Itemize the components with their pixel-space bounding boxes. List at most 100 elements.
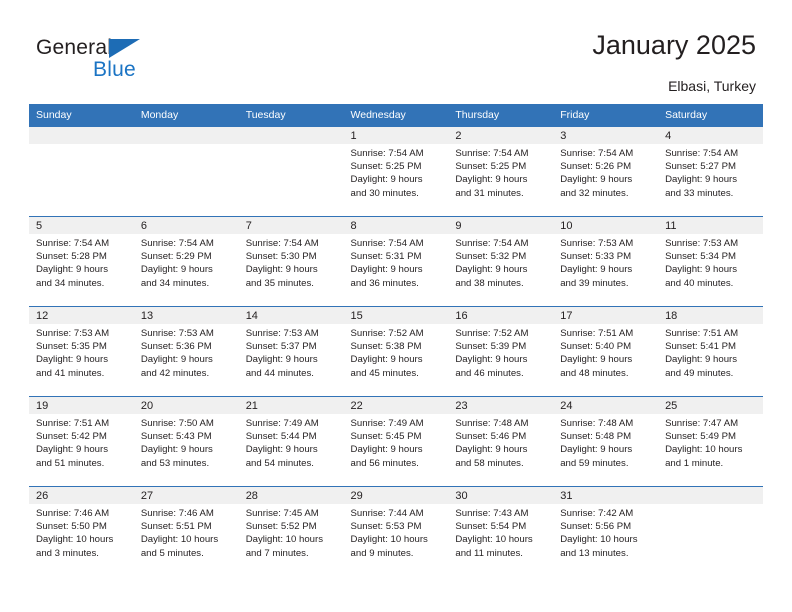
calendar-day-cell[interactable]: 3 Sunrise: 7:54 AM Sunset: 5:26 PM Daylight… — [553, 126, 659, 216]
calendar-day-cell[interactable]: 14 Sunrise: 7:53 AM Sunset: 5:37 PM Dayligh… — [238, 306, 344, 396]
day-detail-line: and 3 minutes. — [36, 547, 99, 559]
calendar-day-cell[interactable]: 7 Sunrise: 7:54 AM Sunset: 5:30 PM Daylight… — [238, 216, 344, 306]
day-details: Sunrise: 7:54 AM Sunset: 5:26 PM Daylight:… — [553, 144, 658, 200]
day-detail-line: Sunrise: 7:54 AM — [140, 238, 214, 249]
general-blue-logo[interactable]: General Blue — [36, 36, 176, 84]
day-detail-line: Daylight: 9 hours — [140, 444, 213, 456]
day-detail-line: and 13 minutes. — [560, 547, 629, 559]
day-detail-line: Daylight: 9 hours — [665, 354, 738, 366]
calendar-cell-inner: 6 Sunrise: 7:54 AM Sunset: 5:29 PM Daylight… — [133, 216, 239, 306]
calendar-cell-empty — [238, 126, 344, 216]
day-details: Sunrise: 7:51 AM Sunset: 5:40 PM Daylight:… — [553, 324, 658, 380]
calendar-day-cell[interactable]: 26 Sunrise: 7:46 AM Sunset: 5:50 PM Dayligh… — [29, 486, 134, 576]
calendar-day-cell[interactable]: 19 Sunrise: 7:51 AM Sunset: 5:42 PM Dayligh… — [29, 396, 134, 486]
day-detail-line: Sunset: 5:25 PM — [455, 161, 527, 173]
calendar-day-cell[interactable]: 29 Sunrise: 7:44 AM Sunset: 5:53 PM Dayligh… — [343, 486, 449, 576]
day-number: 14 — [238, 307, 344, 324]
day-detail-line: and 41 minutes. — [36, 367, 105, 379]
calendar-day-cell[interactable]: 30 Sunrise: 7:43 AM Sunset: 5:54 PM Dayligh… — [448, 486, 554, 576]
day-detail-line: and 34 minutes. — [140, 277, 210, 289]
calendar-day-cell[interactable]: 16 Sunrise: 7:52 AM Sunset: 5:39 PM Dayligh… — [448, 306, 554, 396]
day-detail-line: and 1 minute. — [665, 457, 724, 469]
day-details: Sunrise: 7:54 AM Sunset: 5:31 PM Daylight:… — [344, 234, 449, 290]
calendar-day-cell[interactable]: 5 Sunrise: 7:54 AM Sunset: 5:28 PM Daylight… — [29, 216, 134, 306]
calendar-cell-inner: 20 Sunrise: 7:50 AM Sunset: 5:43 PM Dayligh… — [133, 396, 239, 486]
calendar-cell-inner: 17 Sunrise: 7:51 AM Sunset: 5:40 PM Dayligh… — [553, 306, 659, 396]
calendar-cell-inner: 22 Sunrise: 7:49 AM Sunset: 5:45 PM Dayligh… — [343, 396, 449, 486]
calendar-day-cell[interactable]: 25 Sunrise: 7:47 AM Sunset: 5:49 PM Dayligh… — [658, 396, 763, 486]
day-detail-line: Sunset: 5:41 PM — [665, 341, 736, 353]
calendar-day-cell[interactable]: 31 Sunrise: 7:42 AM Sunset: 5:56 PM Dayligh… — [553, 486, 659, 576]
day-detail-line: Sunset: 5:53 PM — [350, 521, 422, 533]
calendar-day-cell[interactable]: 28 Sunrise: 7:45 AM Sunset: 5:52 PM Dayligh… — [238, 486, 344, 576]
day-details: Sunrise: 7:54 AM Sunset: 5:29 PM Daylight:… — [134, 234, 239, 290]
calendar-cell-inner: 8 Sunrise: 7:54 AM Sunset: 5:31 PM Daylight… — [343, 216, 449, 306]
day-number: 17 — [553, 307, 659, 324]
day-detail-line: Daylight: 9 hours — [350, 174, 423, 186]
calendar-day-cell[interactable]: 4 Sunrise: 7:54 AM Sunset: 5:27 PM Daylight… — [658, 126, 763, 216]
calendar-day-cell[interactable]: 20 Sunrise: 7:50 AM Sunset: 5:43 PM Dayligh… — [133, 396, 239, 486]
day-details: Sunrise: 7:53 AM Sunset: 5:36 PM Daylight:… — [134, 324, 239, 380]
calendar-day-cell[interactable]: 11 Sunrise: 7:53 AM Sunset: 5:34 PM Dayligh… — [658, 216, 763, 306]
weekday-header-monday: Monday — [133, 104, 239, 126]
day-detail-line: and 46 minutes. — [455, 367, 524, 379]
calendar-day-cell[interactable]: 21 Sunrise: 7:49 AM Sunset: 5:44 PM Dayligh… — [238, 396, 344, 486]
calendar-cell-inner: 9 Sunrise: 7:54 AM Sunset: 5:32 PM Daylight… — [448, 216, 554, 306]
day-detail-line: Sunset: 5:39 PM — [455, 341, 527, 353]
day-number — [29, 127, 134, 144]
day-detail-line: Daylight: 10 hours — [560, 534, 638, 546]
calendar-day-cell[interactable]: 22 Sunrise: 7:49 AM Sunset: 5:45 PM Dayligh… — [343, 396, 449, 486]
day-detail-line: Sunset: 5:49 PM — [665, 431, 736, 443]
day-detail-line: Sunset: 5:28 PM — [36, 251, 107, 263]
weekday-header-sunday: Sunday — [29, 104, 134, 126]
day-detail-line: Daylight: 9 hours — [455, 264, 528, 276]
day-detail-line: and 49 minutes. — [665, 367, 734, 379]
page-header: General Blue January 2025 Elbasi, Turkey — [0, 0, 792, 98]
day-details: Sunrise: 7:52 AM Sunset: 5:38 PM Daylight:… — [344, 324, 449, 380]
day-detail-line: Sunset: 5:34 PM — [665, 251, 736, 263]
calendar-cell-inner — [658, 486, 763, 576]
day-details: Sunrise: 7:47 AM Sunset: 5:49 PM Daylight:… — [658, 414, 763, 470]
calendar-day-cell[interactable]: 17 Sunrise: 7:51 AM Sunset: 5:40 PM Dayligh… — [553, 306, 659, 396]
day-detail-line: Daylight: 10 hours — [665, 444, 743, 456]
day-details: Sunrise: 7:54 AM Sunset: 5:32 PM Daylight:… — [448, 234, 553, 290]
day-detail-line: Sunrise: 7:42 AM — [560, 508, 634, 519]
day-detail-line: and 51 minutes. — [36, 457, 105, 469]
day-details: Sunrise: 7:51 AM Sunset: 5:41 PM Daylight:… — [658, 324, 763, 380]
calendar-day-cell[interactable]: 9 Sunrise: 7:54 AM Sunset: 5:32 PM Daylight… — [448, 216, 554, 306]
calendar-day-cell[interactable]: 10 Sunrise: 7:53 AM Sunset: 5:33 PM Dayligh… — [553, 216, 659, 306]
day-detail-line: Daylight: 9 hours — [350, 264, 423, 276]
calendar-cell-inner: 26 Sunrise: 7:46 AM Sunset: 5:50 PM Dayligh… — [29, 486, 134, 576]
day-number — [658, 487, 763, 504]
calendar-day-cell[interactable]: 12 Sunrise: 7:53 AM Sunset: 5:35 PM Dayligh… — [29, 306, 134, 396]
calendar-day-cell[interactable]: 18 Sunrise: 7:51 AM Sunset: 5:41 PM Dayligh… — [658, 306, 763, 396]
day-number: 13 — [133, 307, 239, 324]
day-detail-line: Sunrise: 7:50 AM — [140, 418, 214, 429]
day-detail-line: Daylight: 9 hours — [665, 174, 738, 186]
day-number: 31 — [553, 487, 659, 504]
calendar-day-cell[interactable]: 8 Sunrise: 7:54 AM Sunset: 5:31 PM Daylight… — [343, 216, 449, 306]
calendar-day-cell[interactable]: 27 Sunrise: 7:46 AM Sunset: 5:51 PM Dayligh… — [133, 486, 239, 576]
calendar-cell-inner — [133, 126, 239, 216]
calendar-day-cell[interactable]: 1 Sunrise: 7:54 AM Sunset: 5:25 PM Daylight… — [343, 126, 449, 216]
day-detail-line: Sunset: 5:31 PM — [350, 251, 422, 263]
calendar-day-cell[interactable]: 24 Sunrise: 7:48 AM Sunset: 5:48 PM Dayligh… — [553, 396, 659, 486]
day-detail-line: Sunrise: 7:43 AM — [455, 508, 529, 519]
day-detail-line: and 59 minutes. — [560, 457, 629, 469]
day-detail-line: and 58 minutes. — [455, 457, 524, 469]
day-number: 24 — [553, 397, 659, 414]
calendar-cell-inner: 23 Sunrise: 7:48 AM Sunset: 5:46 PM Dayligh… — [448, 396, 554, 486]
calendar-week-row: 1 Sunrise: 7:54 AM Sunset: 5:25 PM Daylight… — [29, 126, 763, 216]
calendar-cell-inner: 28 Sunrise: 7:45 AM Sunset: 5:52 PM Dayligh… — [238, 486, 344, 576]
calendar-day-cell[interactable]: 13 Sunrise: 7:53 AM Sunset: 5:36 PM Dayligh… — [133, 306, 239, 396]
calendar-day-cell[interactable]: 6 Sunrise: 7:54 AM Sunset: 5:29 PM Daylight… — [133, 216, 239, 306]
day-details: Sunrise: 7:48 AM Sunset: 5:46 PM Daylight:… — [448, 414, 553, 470]
triangle-icon — [109, 39, 140, 58]
calendar-cell-inner: 19 Sunrise: 7:51 AM Sunset: 5:42 PM Dayligh… — [29, 396, 134, 486]
calendar-week-row: 12 Sunrise: 7:53 AM Sunset: 5:35 PM Dayligh… — [29, 306, 763, 396]
calendar-day-cell[interactable]: 2 Sunrise: 7:54 AM Sunset: 5:25 PM Daylight… — [448, 126, 554, 216]
calendar-day-cell[interactable]: 23 Sunrise: 7:48 AM Sunset: 5:46 PM Dayligh… — [448, 396, 554, 486]
day-number: 20 — [133, 397, 239, 414]
calendar-day-cell[interactable]: 15 Sunrise: 7:52 AM Sunset: 5:38 PM Dayligh… — [343, 306, 449, 396]
day-detail-line: Sunrise: 7:49 AM — [245, 418, 319, 429]
